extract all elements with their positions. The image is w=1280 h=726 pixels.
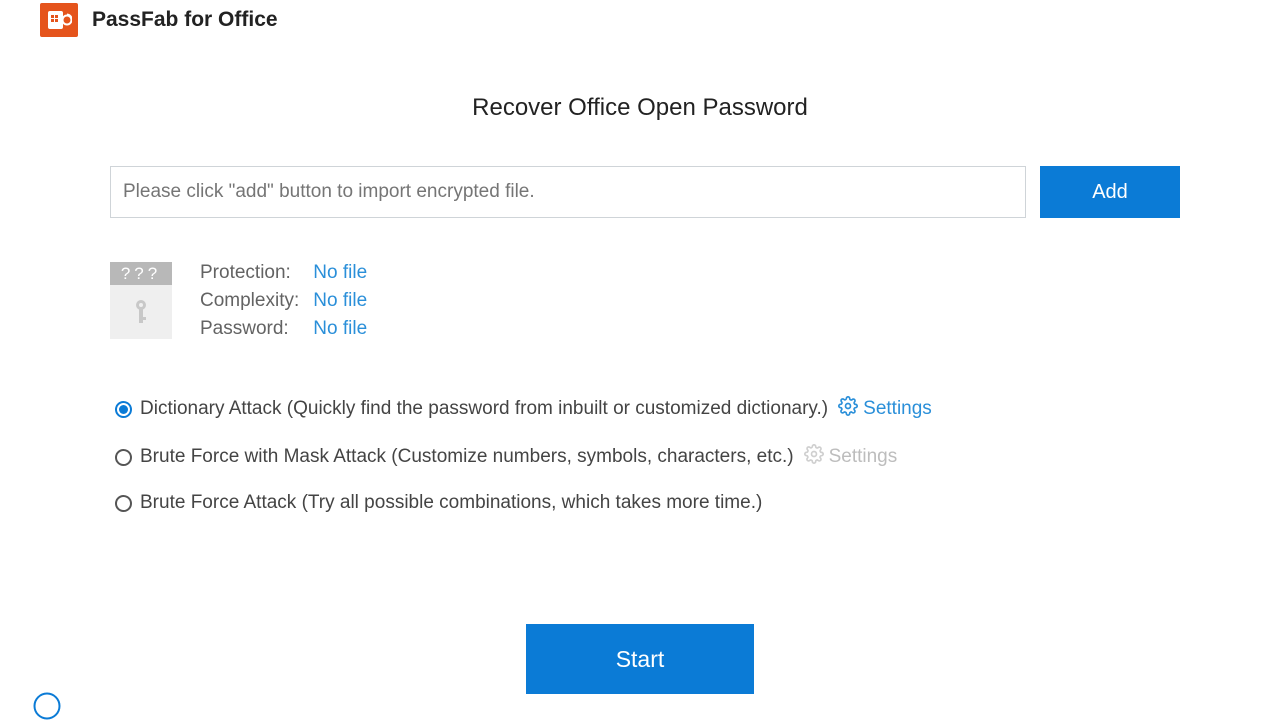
dictionary-label: Dictionary Attack (Quickly find the pass…	[140, 398, 828, 420]
complexity-label: Complexity:	[200, 290, 308, 312]
radio-brute[interactable]	[115, 495, 132, 512]
info-row-password: Password: No file	[200, 318, 367, 340]
file-icon-question-marks: ???	[110, 262, 172, 285]
info-row-complexity: Complexity: No file	[200, 290, 367, 312]
complexity-value: No file	[313, 290, 367, 311]
file-info-section: ??? Protection: No file Complexity: No f…	[110, 262, 1280, 346]
radio-dictionary[interactable]	[115, 401, 132, 418]
attack-option-brute[interactable]: Brute Force Attack (Try all possible com…	[115, 492, 1280, 514]
attack-options: Dictionary Attack (Quickly find the pass…	[115, 396, 1280, 514]
protection-value: No file	[313, 262, 367, 283]
app-title: PassFab for Office	[92, 8, 278, 32]
import-row: Add	[110, 166, 1180, 218]
radio-mask[interactable]	[115, 449, 132, 466]
file-placeholder-icon: ???	[110, 262, 172, 339]
attack-option-mask[interactable]: Brute Force with Mask Attack (Customize …	[115, 444, 1280, 470]
mask-label: Brute Force with Mask Attack (Customize …	[140, 446, 794, 468]
gear-icon	[804, 444, 824, 470]
password-label: Password:	[200, 318, 308, 340]
gear-icon	[838, 396, 858, 422]
mask-settings-label: Settings	[829, 446, 898, 468]
app-logo-icon	[40, 3, 78, 37]
password-value: No file	[313, 318, 367, 339]
dictionary-settings-label: Settings	[863, 398, 932, 420]
info-icon[interactable]	[32, 691, 62, 726]
page-title: Recover Office Open Password	[0, 94, 1280, 122]
file-icon-key	[110, 285, 172, 339]
protection-label: Protection:	[200, 262, 308, 284]
brute-label: Brute Force Attack (Try all possible com…	[140, 492, 762, 514]
start-button[interactable]: Start	[526, 624, 754, 694]
file-path-input[interactable]	[110, 166, 1026, 218]
header: PassFab for Office	[0, 0, 1280, 40]
mask-settings-link: Settings	[804, 444, 898, 470]
dictionary-settings-link[interactable]: Settings	[838, 396, 932, 422]
info-row-protection: Protection: No file	[200, 262, 367, 284]
add-button[interactable]: Add	[1040, 166, 1180, 218]
file-info-list: Protection: No file Complexity: No file …	[200, 262, 367, 346]
attack-option-dictionary[interactable]: Dictionary Attack (Quickly find the pass…	[115, 396, 1280, 422]
